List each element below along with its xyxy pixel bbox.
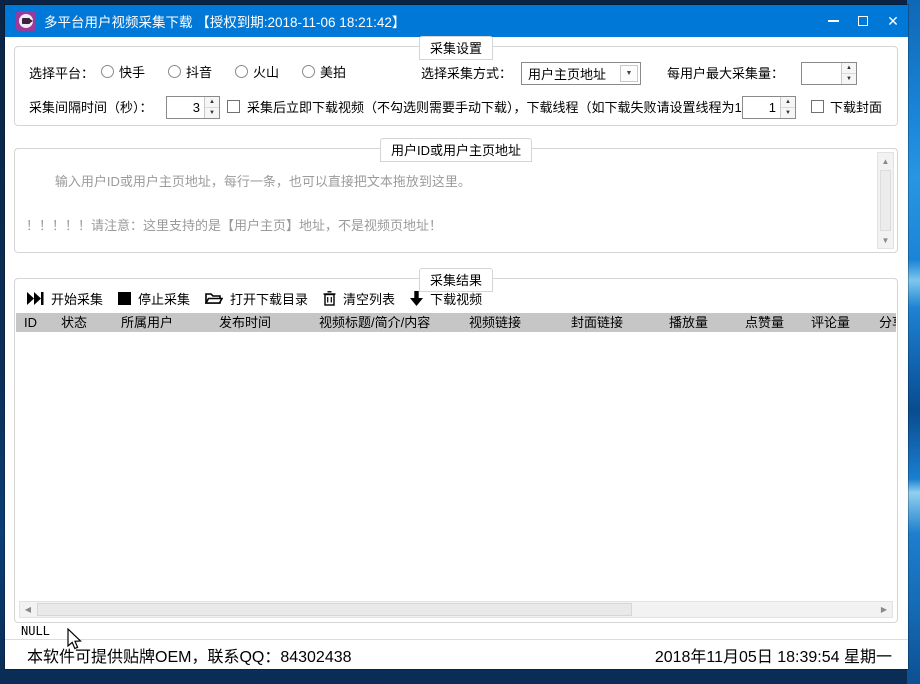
scroll-up-icon[interactable]: ▲ [878,153,893,169]
footer-bar: 本软件可提供贴牌OEM，联系QQ：84302438 2018年11月05日 18… [5,639,908,669]
interval-stepper[interactable]: 3 ▲ ▼ [166,96,220,119]
results-horizontal-scrollbar[interactable]: ◀ ▶ [19,601,893,618]
max-per-user-label: 每用户最大采集量： [667,66,785,81]
datetime-text: 2018年11月05日 18:39:54 星期一 [654,648,892,666]
skip-end-icon [27,291,44,305]
column-header-title[interactable]: 视频标题/简介/内容 [311,313,461,332]
column-header-id[interactable]: ID [16,313,53,332]
video-camera-icon [22,18,33,24]
spinner-down-icon[interactable]: ▼ [781,108,795,118]
close-icon: ✕ [887,13,899,29]
toolbar-button-label: 打开下载目录 [230,291,309,307]
spinner-down-icon[interactable]: ▼ [842,74,856,84]
radio-icon [168,65,182,78]
radio-label: 快手 [119,65,146,80]
radio-icon [235,65,249,78]
threads-value[interactable]: 1 [743,97,780,118]
platform-radio-group: 快手 抖音 火山 美拍 [101,62,346,81]
desktop-wallpaper-strip [907,0,920,684]
title-bar: 多平台用户视频采集下载 【授权到期:2018-11-06 18:21:42】 ✕ [5,5,908,37]
radio-icon [302,65,316,78]
column-header-shares[interactable]: 分享量 [871,313,896,332]
stop-icon [118,291,132,305]
radio-platform-douyin[interactable]: 抖音 [168,62,212,81]
toolbar-button-label: 开始采集 [51,291,104,307]
radio-label: 抖音 [186,65,213,80]
textarea-vertical-scrollbar[interactable]: ▲ ▼ [877,152,894,249]
download-cover-checkbox[interactable] [811,100,824,113]
spinner-up-icon[interactable]: ▲ [781,97,795,108]
results-table-body[interactable] [16,332,896,598]
minimize-icon [827,20,839,22]
interval-value[interactable]: 3 [167,97,204,118]
user-id-hint-text: 输入用户ID或用户主页地址，每行一条，也可以直接把文本拖放到这里。 ！！！！！请… [26,159,866,249]
radio-platform-meipai[interactable]: 美拍 [302,62,346,81]
minimize-button[interactable] [818,5,848,37]
scrollbar-thumb[interactable] [37,603,632,616]
close-button[interactable]: ✕ [878,5,908,37]
threads-stepper[interactable]: 1 ▲ ▼ [742,96,796,119]
column-header-likes[interactable]: 点赞量 [737,313,803,332]
radio-platform-kuaishou[interactable]: 快手 [101,62,145,81]
radio-label: 火山 [253,65,280,80]
column-header-plays[interactable]: 播放量 [661,313,737,332]
scrollbar-thumb[interactable] [880,170,891,231]
spinner-down-icon[interactable]: ▼ [205,108,219,118]
scroll-left-icon[interactable]: ◀ [20,602,36,617]
download-arrow-icon [410,290,424,306]
interval-label: 采集间隔时间（秒）： [29,100,153,115]
download-cover-label: 下载封面 [830,100,883,115]
radio-platform-huoshan[interactable]: 火山 [235,62,279,81]
hint-line-1: 输入用户ID或用户主页地址，每行一条，也可以直接把文本拖放到这里。 [54,174,471,189]
platform-label: 选择平台： [29,66,95,81]
column-header-cover-link[interactable]: 封面链接 [563,313,661,332]
column-header-comments[interactable]: 评论量 [803,313,871,332]
group-label-settings: 采集设置 [418,36,494,60]
column-header-video-link[interactable]: 视频链接 [461,313,563,332]
app-window: 多平台用户视频采集下载 【授权到期:2018-11-06 18:21:42】 ✕… [5,5,908,669]
window-title: 多平台用户视频采集下载 【授权到期:2018-11-06 18:21:42】 [44,15,406,30]
user-id-textarea[interactable]: 输入用户ID或用户主页地址，每行一条，也可以直接把文本拖放到这里。 ！！！！！请… [18,152,894,249]
radio-icon [101,65,114,78]
maximize-button[interactable] [848,5,878,37]
max-per-user-value[interactable] [802,63,841,84]
results-table-header: ID 状态 所属用户 发布时间 视频标题/简介/内容 视频链接 封面链接 播放量… [16,313,896,332]
group-label-results: 采集结果 [418,268,494,292]
scrollbar-track[interactable] [36,602,876,617]
group-collect-settings: 采集设置 选择平台： 快手 抖音 火山 美拍 选择采集方式： 用户主页地址 ▼ … [14,36,898,126]
group-label-user-input: 用户ID或用户主页地址 [379,138,533,162]
status-text: NULL [21,624,50,638]
start-collect-button[interactable]: 开始采集 [27,289,103,308]
scroll-right-icon[interactable]: ▶ [876,602,892,617]
stop-collect-button[interactable]: 停止采集 [118,289,190,308]
hint-line-2: ！！！！！请注意：这里支持的是【用户主页】地址，不是视频页地址！ [26,218,443,233]
group-collect-results: 采集结果 开始采集 停止采集 打开下载目录 清空列表 下载视频 ID 状态 所属… [14,268,898,623]
trash-icon [323,290,336,306]
auto-download-label: 采集后立即下载视频（不勾选则需要手动下载），下载线程（如下载失败请设置线程为1）… [247,100,762,115]
mouse-cursor [67,628,82,650]
app-icon [16,11,36,31]
toolbar-button-label: 停止采集 [138,291,191,307]
method-label: 选择采集方式： [421,66,513,81]
collect-method-value: 用户主页地址 [528,67,607,82]
toolbar-button-label: 清空列表 [343,291,396,307]
clear-list-button[interactable]: 清空列表 [323,289,395,308]
chevron-down-icon[interactable]: ▼ [620,65,638,82]
folder-open-icon [205,293,224,304]
group-user-input: 用户ID或用户主页地址 输入用户ID或用户主页地址，每行一条，也可以直接把文本拖… [14,138,898,253]
column-header-publish-time[interactable]: 发布时间 [211,313,311,332]
maximize-icon [858,16,868,26]
spinner-up-icon[interactable]: ▲ [842,63,856,74]
scroll-down-icon[interactable]: ▼ [878,232,893,248]
max-per-user-stepper[interactable]: ▲ ▼ [801,62,857,85]
open-download-folder-button[interactable]: 打开下载目录 [205,289,308,308]
auto-download-checkbox[interactable] [227,100,240,113]
spinner-up-icon[interactable]: ▲ [205,97,219,108]
radio-label: 美拍 [320,65,347,80]
results-toolbar: 开始采集 停止采集 打开下载目录 清空列表 下载视频 [27,286,482,310]
column-header-status[interactable]: 状态 [53,313,113,332]
column-header-user[interactable]: 所属用户 [113,313,211,332]
collect-method-select[interactable]: 用户主页地址 ▼ [521,62,641,85]
